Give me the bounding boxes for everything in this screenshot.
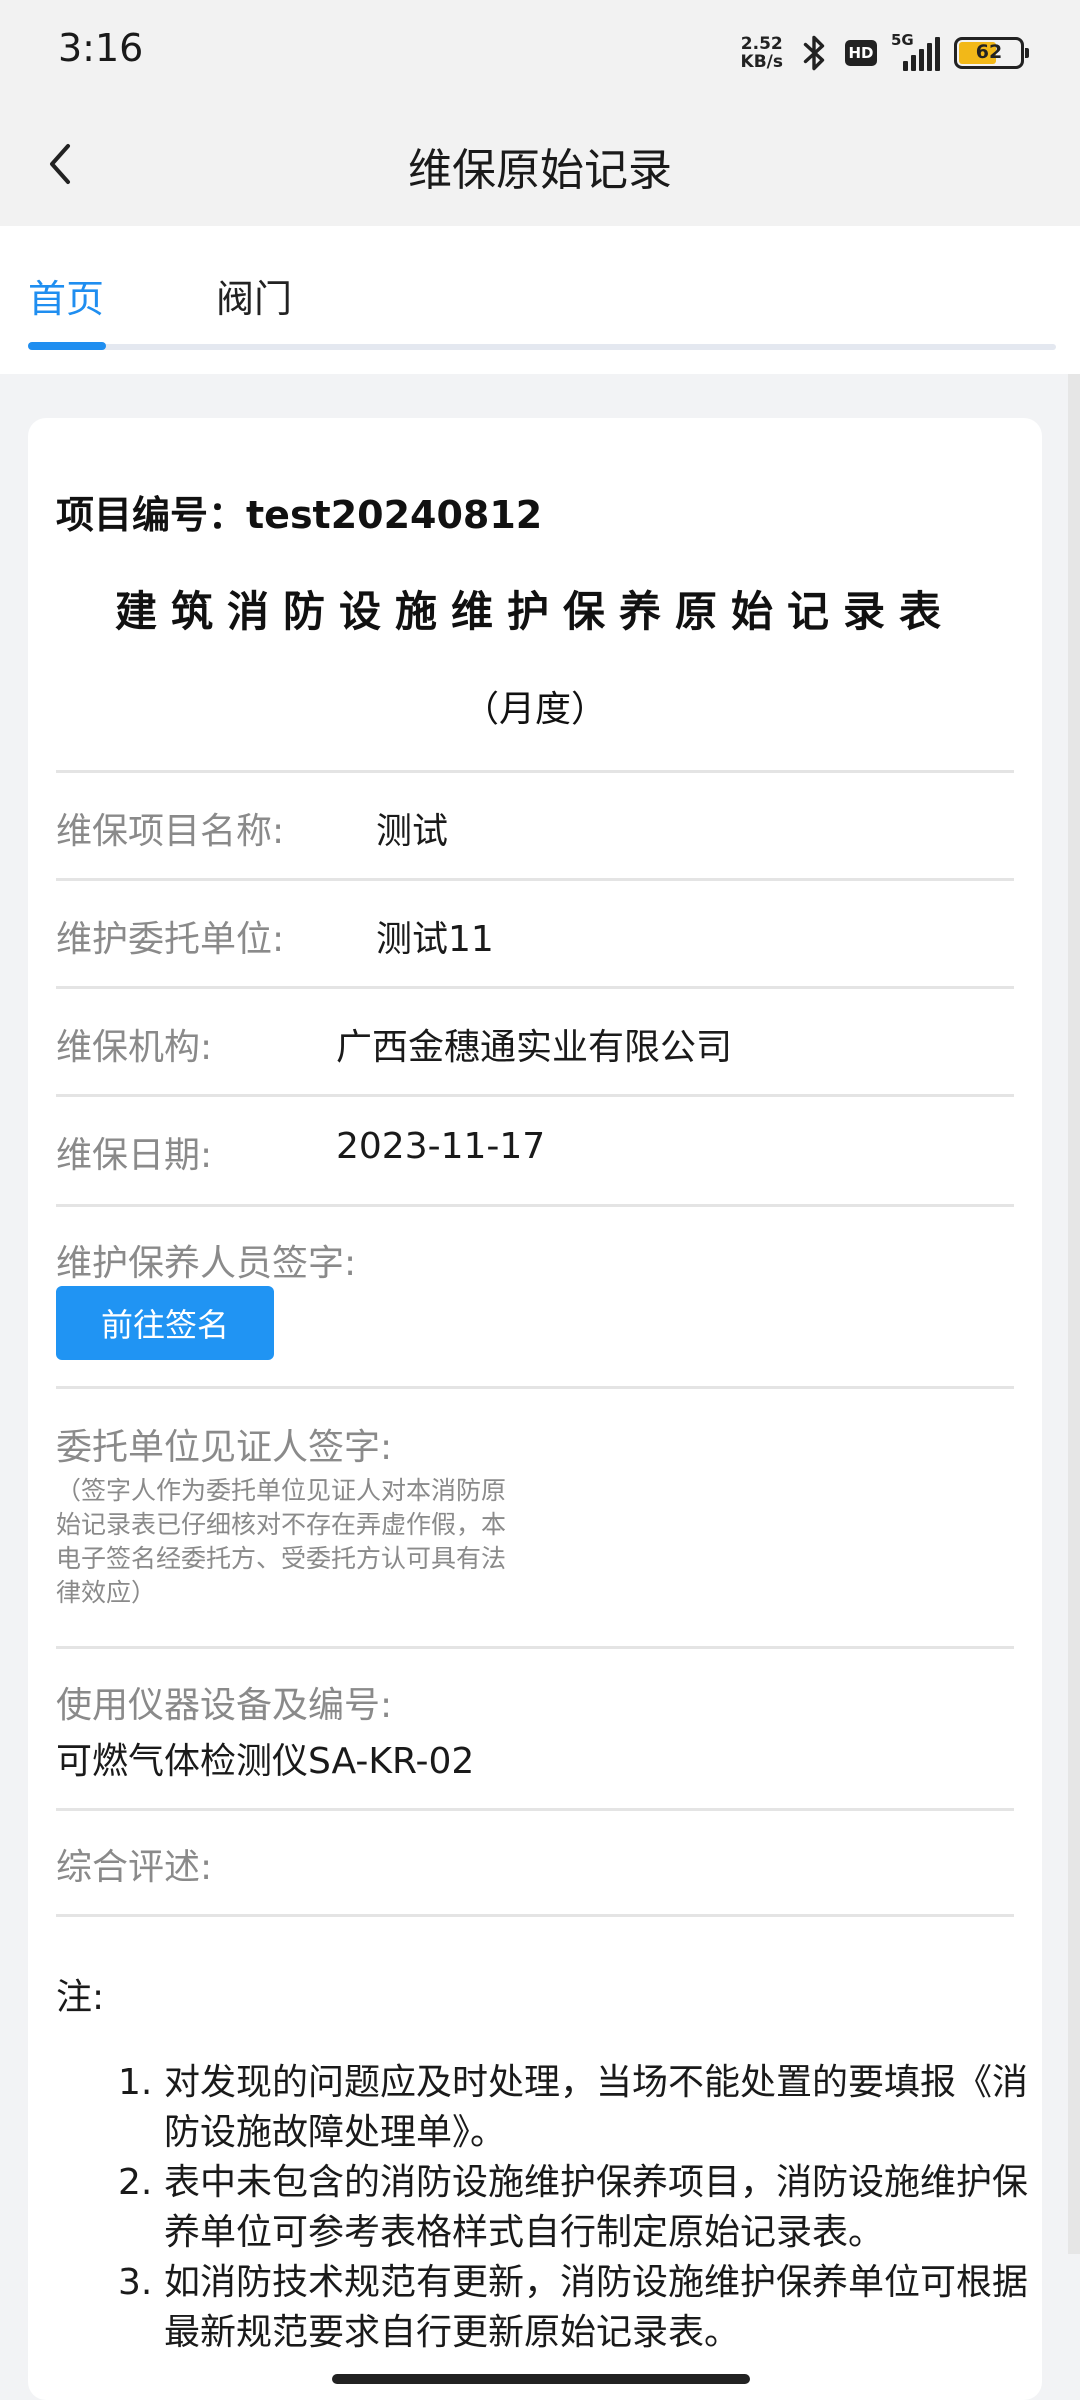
project-number: 项目编号：test20240812 xyxy=(56,493,543,537)
org-label: 维保机构: xyxy=(56,1027,213,1068)
note-number: 1. xyxy=(118,2062,153,2103)
go-sign-button[interactable]: 前往签名 xyxy=(56,1286,274,1360)
divider xyxy=(56,1808,1014,1811)
divider xyxy=(56,1914,1014,1917)
project-name-value: 测试 xyxy=(376,811,449,852)
network-speed-value: 2.52 xyxy=(740,34,783,54)
navigation-bar: 维保原始记录 xyxy=(0,104,1080,226)
tab-track xyxy=(28,344,1056,350)
equipment-label: 使用仪器设备及编号: xyxy=(56,1685,393,1726)
divider xyxy=(56,1646,1014,1649)
form-title: 建筑消防设施维护保养原始记录表 xyxy=(114,587,955,636)
network-type: 5G xyxy=(891,31,914,49)
divider xyxy=(56,1204,1014,1207)
divider xyxy=(56,1386,1014,1389)
hd-icon: HD xyxy=(845,40,877,66)
divider xyxy=(56,986,1014,989)
network-speed-unit: KB/s xyxy=(740,52,783,72)
tab-home[interactable]: 首页 xyxy=(28,268,104,323)
note-item: 3. 如消防技术规范有更新，消防设施维护保养单位可根据最新规范要求自行更新原始记… xyxy=(118,2258,1038,2358)
divider xyxy=(56,1094,1014,1097)
record-form-card: 项目编号：test20240812 建筑消防设施维护保养原始记录表 （月度） 维… xyxy=(28,418,1042,2400)
note-text: 对发现的问题应及时处理，当场不能处置的要填报《消防设施故障处理单》。 xyxy=(164,2062,1029,2153)
battery-icon: 62 xyxy=(954,37,1029,69)
date-value: 2023-11-17 xyxy=(336,1126,546,1167)
page-title: 维保原始记录 xyxy=(408,145,672,196)
note-item: 2. 表中未包含的消防设施维护保养项目，消防设施维护保养单位可参考表格样式自行制… xyxy=(118,2158,1038,2258)
note-text: 表中未包含的消防设施维护保养项目，消防设施维护保养单位可参考表格样式自行制定原始… xyxy=(164,2162,1029,2253)
status-bar: 3:16 2.52 KB/s HD 5G 62 xyxy=(0,0,1080,104)
status-time: 3:16 xyxy=(58,26,144,70)
org-value: 广西金穗通实业有限公司 xyxy=(336,1027,733,1068)
staff-sign-label: 维护保养人员签字: xyxy=(56,1243,357,1284)
note-item: 1. 对发现的问题应及时处理，当场不能处置的要填报《消防设施故障处理单》。 xyxy=(118,2058,1038,2158)
witness-sign-label: 委托单位见证人签字: xyxy=(56,1427,393,1468)
divider xyxy=(56,770,1014,773)
bluetooth-icon xyxy=(803,35,825,71)
project-name-label: 维保项目名称: xyxy=(56,811,285,852)
home-indicator[interactable] xyxy=(332,2374,750,2384)
form-subtitle: （月度） xyxy=(462,689,607,730)
notes-list: 1. 对发现的问题应及时处理，当场不能处置的要填报《消防设施故障处理单》。 2.… xyxy=(118,2058,1038,2358)
witness-sign-note: （签字人作为委托单位见证人对本消防原始记录表已仔细核对不存在弄虚作假，本电子签名… xyxy=(56,1476,507,1607)
battery-level: 62 xyxy=(975,41,1003,63)
client-label: 维护委托单位: xyxy=(56,919,285,960)
note-number: 2. xyxy=(118,2162,153,2203)
note-text: 如消防技术规范有更新，消防设施维护保养单位可根据最新规范要求自行更新原始记录表。 xyxy=(164,2262,1029,2353)
summary-label: 综合评述: xyxy=(56,1847,213,1888)
tab-valve[interactable]: 阀门 xyxy=(216,268,292,323)
date-label: 维保日期: xyxy=(56,1135,213,1176)
scrollbar[interactable] xyxy=(1068,374,1080,2254)
tab-bar: 首页 阀门 xyxy=(0,226,1080,374)
equipment-value: 可燃气体检测仪SA-KR-02 xyxy=(56,1741,475,1782)
tab-active-indicator xyxy=(28,342,106,350)
divider xyxy=(56,878,1014,881)
signal-icon: 5G xyxy=(891,31,940,71)
notes-title: 注: xyxy=(56,1977,105,2018)
status-icons: 2.52 KB/s HD 5G 62 xyxy=(741,28,1029,78)
network-speed: 2.52 KB/s xyxy=(741,35,783,71)
note-number: 3. xyxy=(118,2262,153,2303)
client-value: 测试11 xyxy=(376,919,494,960)
